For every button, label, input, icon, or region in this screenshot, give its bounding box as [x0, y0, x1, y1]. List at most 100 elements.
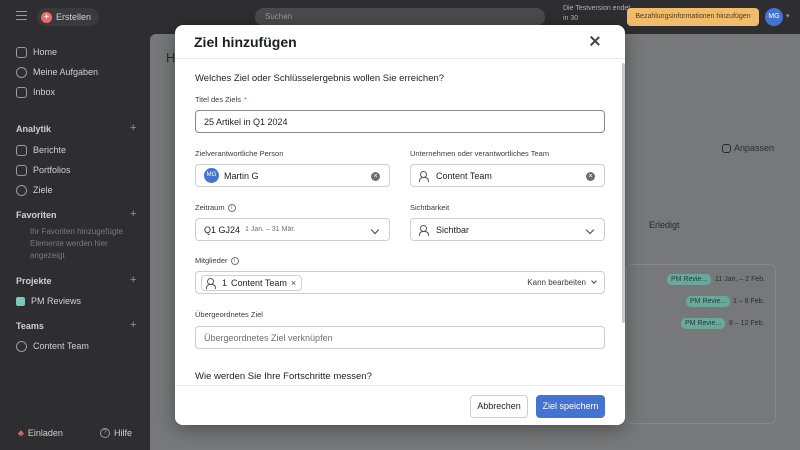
invite-icon: ♣	[18, 428, 24, 438]
add-analytics-icon[interactable]: +	[130, 122, 136, 134]
owner-name: Martin G	[224, 170, 259, 181]
clear-owner-icon[interactable]: ×	[371, 172, 380, 181]
sidebar-item-label: Meine Aufgaben	[33, 67, 99, 77]
member-chip: 1 Content Team ×	[201, 274, 303, 291]
chart-icon	[16, 144, 27, 156]
person-icon	[16, 184, 27, 196]
page-title: H	[166, 50, 176, 65]
project-color-swatch	[16, 296, 25, 306]
member-count: 1	[222, 277, 228, 288]
analytics-heading: Analytik	[16, 124, 52, 134]
dialog-scrollbar[interactable]	[622, 63, 625, 323]
dialog-footer: Abbrechen Ziel speichern	[175, 385, 625, 425]
customize-button[interactable]: Anpassen	[722, 143, 774, 153]
home-icon	[16, 46, 27, 58]
visibility-select[interactable]: Sichtbar	[410, 218, 605, 241]
add-team-icon[interactable]: +	[130, 319, 136, 331]
user-avatar[interactable]: MG	[765, 8, 783, 26]
add-favorite-icon[interactable]: +	[130, 208, 136, 220]
progress-question: Wie werden Sie Ihre Fortschritte messen?	[195, 371, 372, 382]
add-billing-button[interactable]: Bezahlungsinformationen hinzufügen	[627, 8, 759, 26]
people-icon	[419, 170, 431, 182]
task-card	[626, 264, 776, 424]
grid-icon	[722, 143, 731, 153]
menu-icon[interactable]	[16, 11, 27, 20]
invite-button[interactable]: ♣ Einladen	[18, 428, 63, 438]
add-goal-dialog: Ziel hinzufügen Welches Ziel oder Schlüs…	[175, 25, 625, 425]
customize-label: Anpassen	[734, 143, 775, 153]
members-field[interactable]: 1 Content Team × Kann bearbeiten	[195, 271, 605, 294]
goal-title-label: Titel des Ziels *	[195, 95, 247, 104]
goal-question: Welches Ziel oder Schlüsselergebnis woll…	[195, 73, 445, 84]
task-dates: 8 – 12 Feb.	[729, 320, 765, 327]
project-tag: PM Revie...	[686, 296, 731, 307]
project-tag: PM Revie...	[681, 318, 726, 329]
team-label: Unternehmen oder verantwortliches Team	[410, 149, 550, 158]
sidebar: Home Meine Aufgaben Inbox Analytik + Ber…	[0, 34, 150, 450]
sidebar-item-label: PM Reviews	[31, 296, 82, 306]
clear-team-icon[interactable]: ×	[586, 172, 595, 181]
member-chip-label: Content Team	[231, 277, 287, 288]
team-value: Content Team	[436, 170, 492, 181]
search-placeholder: Suchen	[265, 12, 293, 21]
cancel-button[interactable]: Abbrechen	[470, 395, 528, 418]
sidebar-item-goals[interactable]: Ziele	[16, 182, 53, 198]
period-label-text: Zeitraum	[195, 203, 225, 212]
search-input[interactable]: Suchen	[255, 8, 545, 26]
sidebar-item-my-tasks[interactable]: Meine Aufgaben	[16, 64, 98, 80]
members-label: Mitglieder i	[195, 256, 239, 265]
invite-label: Einladen	[27, 428, 63, 438]
goal-title-label-text: Titel des Ziels	[195, 95, 241, 104]
create-label: Erstellen	[56, 12, 92, 22]
create-button[interactable]: + Erstellen	[37, 8, 100, 26]
visibility-value: Sichtbar	[436, 224, 470, 235]
chevron-down-icon	[370, 225, 380, 235]
team-field[interactable]: Content Team ×	[410, 164, 605, 187]
chevron-down-icon[interactable]: ▾	[786, 12, 790, 20]
required-marker: *	[244, 95, 247, 104]
parent-goal-input[interactable]	[204, 332, 596, 343]
sidebar-item-reports[interactable]: Berichte	[16, 142, 66, 158]
help-button[interactable]: ? Hilfe	[100, 428, 132, 438]
people-icon	[16, 340, 27, 352]
info-icon[interactable]: i	[230, 256, 239, 265]
owner-field[interactable]: MG Martin G ×	[195, 164, 390, 187]
chevron-down-icon	[591, 278, 597, 284]
check-circle-icon	[16, 66, 27, 78]
remove-member-icon[interactable]: ×	[291, 278, 296, 288]
members-label-text: Mitglieder	[195, 256, 228, 265]
task-dates: 1 – 8 Feb.	[733, 298, 765, 305]
parent-goal-field[interactable]	[195, 326, 605, 349]
close-icon[interactable]	[588, 34, 602, 48]
permission-value: Kann bearbeiten	[527, 278, 586, 287]
sidebar-item-portfolios[interactable]: Portfolios	[16, 162, 71, 178]
sidebar-item-home[interactable]: Home	[16, 44, 57, 60]
task-dates: 11 Jan. – 2 Feb.	[715, 276, 766, 283]
sidebar-item-label: Berichte	[33, 145, 67, 155]
projects-heading: Projekte	[16, 276, 52, 286]
period-select[interactable]: Q1 GJ24 1 Jan. – 31 Mär.	[195, 218, 390, 241]
favorites-heading: Favoriten	[16, 210, 57, 220]
people-icon	[206, 277, 218, 289]
sidebar-item-label: Content Team	[33, 341, 89, 351]
add-project-icon[interactable]: +	[130, 274, 136, 286]
sidebar-item-label: Ziele	[33, 185, 53, 195]
parent-goal-label: Übergeordnetes Ziel	[195, 310, 263, 319]
sidebar-item-content-team[interactable]: Content Team	[16, 338, 89, 354]
bell-icon	[16, 86, 27, 98]
sidebar-item-label: Inbox	[33, 87, 56, 97]
owner-label: Zielverantwortliche Person	[195, 149, 284, 158]
sidebar-item-inbox[interactable]: Inbox	[16, 84, 55, 100]
permission-select[interactable]: Kann bearbeiten	[527, 278, 597, 287]
sidebar-item-pm-reviews[interactable]: PM Reviews	[16, 293, 81, 309]
help-label: Hilfe	[114, 428, 133, 438]
done-tab[interactable]: Erledigt	[649, 220, 680, 230]
trial-notice: Die Testversion endet in 30	[563, 5, 631, 22]
sidebar-item-label: Home	[33, 47, 58, 57]
goal-title-field[interactable]: 25 Artikel in Q1 2024	[195, 110, 605, 133]
info-icon[interactable]: i	[227, 203, 236, 212]
favorites-hint: Ihr Favoriten hinzugefügte Elemente werd…	[30, 227, 123, 260]
dialog-header: Ziel hinzufügen	[175, 25, 625, 59]
save-goal-button[interactable]: Ziel speichern	[536, 395, 605, 418]
sidebar-item-label: Portfolios	[33, 165, 71, 175]
